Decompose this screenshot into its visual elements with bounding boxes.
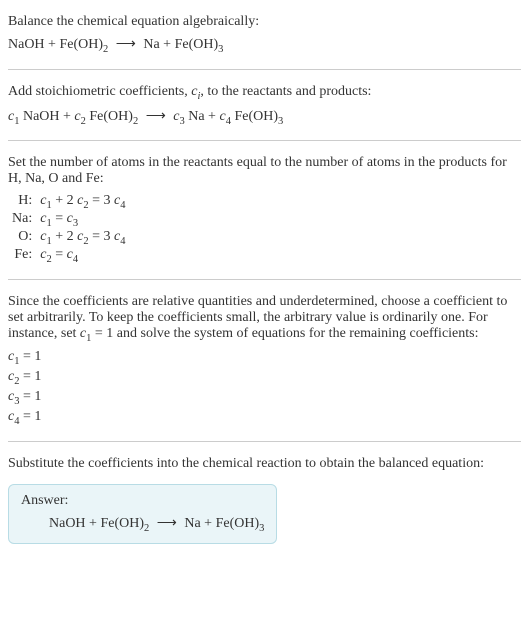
divider	[8, 69, 521, 70]
reactant-1: NaOH	[49, 516, 86, 531]
intro-line1: Balance the chemical equation algebraica…	[8, 14, 259, 29]
val: = 1	[19, 409, 41, 424]
text: = 1 and solve the system of equations fo…	[91, 326, 478, 341]
solved-coefficients: c1 = 1 c2 = 1 c3 = 1 c4 = 1	[8, 349, 521, 426]
val: = 1	[19, 389, 41, 404]
species: Fe(OH)	[86, 109, 133, 124]
step-atom-balance: Set the number of atoms in the reactants…	[8, 155, 521, 187]
product-1: Na	[143, 37, 159, 52]
step-choose-coefficient: Since the coefficients are relative quan…	[8, 294, 521, 344]
product-2-sub: 3	[259, 522, 264, 533]
val: = 1	[19, 369, 41, 384]
coef-c2: c2 = 1	[8, 369, 521, 387]
text: , to the reactants and products:	[200, 84, 371, 99]
step-add-coefficients: Add stoichiometric coefficients, ci, to …	[8, 84, 521, 102]
op: =	[52, 247, 67, 262]
atom-row-na: Na: c1 = c3	[12, 211, 125, 229]
product-1: Na	[184, 516, 200, 531]
atom-equation: c1 + 2 c2 = 3 c4	[40, 229, 125, 247]
species: Fe(OH)	[231, 109, 278, 124]
coef-c4: c4 = 1	[8, 409, 521, 427]
arrow-icon: ⟶	[146, 108, 166, 125]
species: NaOH +	[19, 109, 74, 124]
op: = 3	[89, 229, 114, 244]
reactant-2: Fe(OH)	[59, 37, 103, 52]
balanced-equation: NaOH + Fe(OH)2 ⟶ Na + Fe(OH)3	[21, 515, 264, 534]
op: + 2	[52, 193, 77, 208]
plus: +	[160, 37, 175, 52]
atom-row-fe: Fe: c2 = c4	[12, 247, 125, 265]
arrow-icon: ⟶	[157, 515, 177, 532]
reactant-1: NaOH	[8, 37, 45, 52]
divider	[8, 140, 521, 141]
step-substitute: Substitute the coefficients into the che…	[8, 456, 521, 472]
op: =	[52, 211, 67, 226]
plus: +	[45, 37, 60, 52]
atom-row-o: O: c1 + 2 c2 = 3 c4	[12, 229, 125, 247]
species: Na +	[185, 109, 220, 124]
divider	[8, 441, 521, 442]
unbalanced-equation: NaOH + Fe(OH)2 ⟶ Na + Fe(OH)3	[8, 36, 521, 55]
arrow-icon: ⟶	[116, 36, 136, 53]
sub: 3	[73, 218, 78, 229]
sub: 4	[120, 200, 125, 211]
equation-with-coefficients: c1 NaOH + c2 Fe(OH)2 ⟶ c3 Na + c4 Fe(OH)…	[8, 108, 521, 127]
atom-label: O:	[12, 229, 40, 247]
plus: +	[201, 516, 216, 531]
atom-label: Na:	[12, 211, 40, 229]
product-2: Fe(OH)	[175, 37, 219, 52]
sub: 4	[120, 236, 125, 247]
atom-row-h: H: c1 + 2 c2 = 3 c4	[12, 193, 125, 211]
text: Add stoichiometric coefficients,	[8, 84, 191, 99]
reactant-2-sub: 2	[103, 44, 108, 55]
intro-text: Balance the chemical equation algebraica…	[8, 14, 521, 30]
atom-equation: c2 = c4	[40, 247, 125, 265]
text: Substitute the coefficients into the che…	[8, 456, 484, 471]
coef-c3: c3 = 1	[8, 389, 521, 407]
val: = 1	[19, 349, 41, 364]
op: + 2	[52, 229, 77, 244]
reactant-2-sub: 2	[144, 522, 149, 533]
answer-label: Answer:	[21, 493, 264, 509]
plus: +	[86, 516, 101, 531]
atom-balance-table: H: c1 + 2 c2 = 3 c4 Na: c1 = c3 O: c1 + …	[12, 193, 125, 264]
product-2-sub: 3	[218, 44, 223, 55]
divider	[8, 279, 521, 280]
atom-equation: c1 = c3	[40, 211, 125, 229]
sub: 4	[73, 254, 78, 265]
atom-equation: c1 + 2 c2 = 3 c4	[40, 193, 125, 211]
species-sub: 2	[133, 115, 138, 126]
species-sub: 3	[278, 115, 283, 126]
reactant-2: Fe(OH)	[100, 516, 144, 531]
product-2: Fe(OH)	[216, 516, 260, 531]
atom-label: Fe:	[12, 247, 40, 265]
answer-box: Answer: NaOH + Fe(OH)2 ⟶ Na + Fe(OH)3	[8, 484, 277, 545]
op: = 3	[89, 193, 114, 208]
coef-c1: c1 = 1	[8, 349, 521, 367]
atom-label: H:	[12, 193, 40, 211]
text: Set the number of atoms in the reactants…	[8, 155, 507, 186]
